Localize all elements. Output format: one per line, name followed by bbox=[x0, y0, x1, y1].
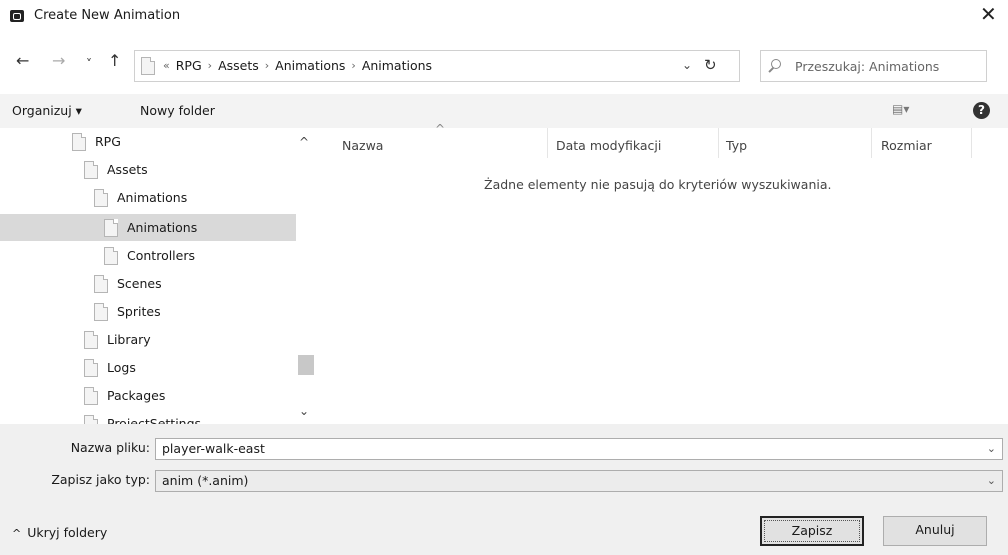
tree-item-label: Controllers bbox=[127, 248, 195, 263]
folder-icon bbox=[84, 414, 98, 424]
folder-icon bbox=[94, 188, 108, 207]
column-divider[interactable] bbox=[718, 128, 719, 158]
forward-icon[interactable]: → bbox=[52, 53, 65, 69]
title-bar: Create New Animation ✕ bbox=[0, 0, 1008, 32]
tree-item-rpg[interactable]: RPG bbox=[0, 128, 296, 155]
hide-folders-label: Ukryj foldery bbox=[27, 525, 108, 540]
chevron-down-icon[interactable]: ⌄ bbox=[987, 442, 996, 455]
tree-item-label: Animations bbox=[117, 190, 188, 205]
folder-icon bbox=[104, 246, 118, 265]
search-icon bbox=[771, 59, 781, 69]
tree-scrollbar[interactable] bbox=[296, 128, 316, 424]
organize-button[interactable]: Organizuj ▾ bbox=[12, 103, 82, 118]
scroll-up-icon[interactable]: ^ bbox=[299, 135, 309, 149]
tree-item-scenes[interactable]: Scenes bbox=[0, 270, 296, 297]
column-divider[interactable] bbox=[971, 128, 972, 158]
save-button[interactable]: Zapisz bbox=[760, 516, 864, 546]
tree-item-label: Animations bbox=[127, 220, 198, 235]
scrollbar-thumb[interactable] bbox=[298, 355, 314, 375]
chevron-down-icon[interactable]: ⌄ bbox=[987, 474, 996, 487]
toolbar: Organizuj ▾ Nowy folder ▤▾ ? bbox=[0, 94, 1008, 128]
breadcrumb-animations[interactable]: Animations bbox=[275, 58, 345, 73]
filename-input[interactable]: player-walk-east bbox=[162, 441, 265, 456]
column-header-type[interactable]: Typ bbox=[726, 138, 747, 153]
tree-item-logs[interactable]: Logs bbox=[0, 354, 296, 381]
column-header-size[interactable]: Rozmiar bbox=[881, 138, 932, 153]
scroll-down-icon[interactable]: ⌄ bbox=[299, 404, 309, 418]
cancel-button[interactable]: Anuluj bbox=[883, 516, 987, 546]
address-dropdown-icon[interactable]: ⌄ bbox=[682, 58, 692, 72]
breadcrumb-separator[interactable]: › bbox=[265, 59, 269, 72]
tree-item-projectsettings[interactable]: ProjectSettings bbox=[0, 410, 296, 424]
empty-message: Żadne elementy nie pasują do kryteriów w… bbox=[484, 177, 832, 192]
folder-icon bbox=[84, 330, 98, 349]
tree-item-label: Scenes bbox=[117, 276, 162, 291]
chevron-up-icon: ^ bbox=[12, 527, 22, 540]
column-divider[interactable] bbox=[547, 128, 548, 158]
search-input[interactable]: Przeszukaj: Animations bbox=[795, 59, 939, 74]
back-icon[interactable]: ← bbox=[16, 53, 29, 69]
folder-icon bbox=[94, 302, 108, 321]
tree-item-label: Sprites bbox=[117, 304, 161, 319]
tree-item-packages[interactable]: Packages bbox=[0, 382, 296, 409]
filename-label: Nazwa pliku: bbox=[70, 440, 150, 455]
recent-locations-icon[interactable]: ˅ bbox=[86, 56, 92, 72]
breadcrumb-separator[interactable]: › bbox=[208, 59, 212, 72]
tree-item-label: ProjectSettings bbox=[107, 416, 202, 424]
tree-item-label: Logs bbox=[107, 360, 136, 375]
app-icon bbox=[10, 10, 24, 22]
tree-item-sprites[interactable]: Sprites bbox=[0, 298, 296, 325]
save-type-value: anim (*.anim) bbox=[162, 473, 249, 488]
tree-item-controllers[interactable]: Controllers bbox=[0, 242, 296, 269]
folder-icon bbox=[141, 57, 155, 75]
breadcrumb-assets[interactable]: Assets bbox=[218, 58, 259, 73]
folder-icon bbox=[104, 218, 118, 237]
search-box[interactable]: Przeszukaj: Animations bbox=[760, 50, 987, 82]
hide-folders-button[interactable]: ^ Ukryj foldery bbox=[12, 525, 107, 540]
save-type-select[interactable]: anim (*.anim) ⌄ bbox=[155, 470, 1003, 492]
close-icon[interactable]: ✕ bbox=[980, 4, 997, 24]
folder-icon bbox=[84, 386, 98, 405]
tree-item-label: Assets bbox=[107, 162, 148, 177]
help-icon[interactable]: ? bbox=[973, 102, 990, 119]
filename-field[interactable]: player-walk-east ⌄ bbox=[155, 438, 1003, 460]
breadcrumb-separator[interactable]: › bbox=[351, 59, 355, 72]
tree-item-assets[interactable]: Assets bbox=[0, 156, 296, 183]
folder-tree: RPG Assets Animations Animations Control… bbox=[0, 128, 296, 424]
tree-item-animations[interactable]: Animations bbox=[0, 184, 296, 211]
refresh-icon[interactable]: ↻ bbox=[704, 56, 717, 74]
save-form: Nazwa pliku: player-walk-east ⌄ Zapisz j… bbox=[0, 424, 1008, 555]
sort-caret-icon: ^ bbox=[435, 122, 446, 136]
breadcrumb-rpg[interactable]: RPG bbox=[176, 58, 202, 73]
overflow-chevron[interactable]: « bbox=[163, 59, 170, 72]
folder-icon bbox=[94, 274, 108, 293]
breadcrumb: « RPG › Assets › Animations › Animations bbox=[163, 58, 432, 73]
tree-item-label: Packages bbox=[107, 388, 166, 403]
address-bar[interactable]: « RPG › Assets › Animations › Animations bbox=[134, 50, 740, 82]
window-title: Create New Animation bbox=[34, 8, 181, 23]
folder-icon bbox=[84, 160, 98, 179]
new-folder-button[interactable]: Nowy folder bbox=[140, 103, 215, 118]
column-divider[interactable] bbox=[871, 128, 872, 158]
folder-icon bbox=[84, 358, 98, 377]
tree-item-library[interactable]: Library bbox=[0, 326, 296, 353]
tree-item-animations-selected[interactable]: Animations bbox=[0, 214, 296, 241]
tree-item-label: RPG bbox=[95, 134, 121, 149]
view-options-icon[interactable]: ▤▾ bbox=[892, 102, 909, 116]
tree-item-label: Library bbox=[107, 332, 151, 347]
column-header-date[interactable]: Data modyfikacji bbox=[556, 138, 661, 153]
up-icon[interactable]: ↑ bbox=[108, 53, 121, 69]
folder-icon bbox=[72, 132, 86, 151]
breadcrumb-animations-current[interactable]: Animations bbox=[362, 58, 432, 73]
column-header-name[interactable]: Nazwa bbox=[342, 138, 383, 153]
file-list: Nazwa ^ Data modyfikacji Typ Rozmiar Żad… bbox=[316, 122, 1008, 424]
save-type-label: Zapisz jako typ: bbox=[51, 472, 150, 487]
